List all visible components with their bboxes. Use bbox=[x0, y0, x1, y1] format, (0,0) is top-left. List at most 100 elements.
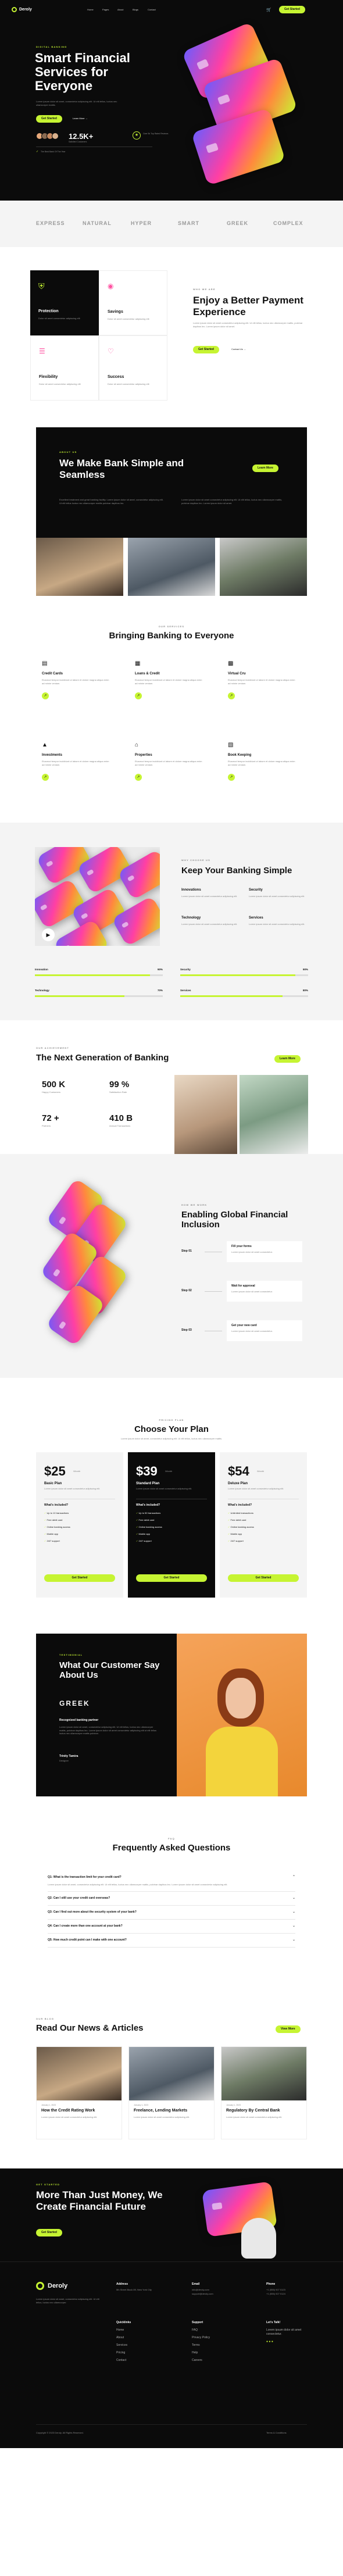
plan-feature: ✓ Up to 50 transactions bbox=[136, 1512, 160, 1515]
cart-icon[interactable]: 🛒 bbox=[266, 8, 271, 13]
check-icon: ✓ bbox=[44, 1539, 47, 1542]
payment-link[interactable]: Contact Us → bbox=[231, 348, 246, 351]
news-image bbox=[37, 2047, 122, 2100]
simple-button[interactable]: Learn More bbox=[252, 465, 278, 472]
footer-link[interactable]: Help bbox=[192, 2351, 210, 2355]
plan-button[interactable]: Get Started bbox=[44, 1574, 115, 1582]
plan-price: $25 bbox=[44, 1464, 66, 1478]
brand-name[interactable]: Deroly bbox=[19, 7, 32, 13]
partner-logo: EXPRESS bbox=[36, 220, 65, 226]
progress-bars: Innovation 90% Security 90% Technology 70% Ser… bbox=[35, 968, 308, 1009]
plan-button[interactable]: Get Started bbox=[228, 1574, 299, 1582]
arrow-button[interactable]: ↗ bbox=[228, 773, 235, 781]
logos-section: EXPRESS NATURAL HYPER SMART GREEK COMPLE… bbox=[0, 201, 343, 247]
faq-question: Q2: Can I still use your credit card ove… bbox=[48, 1896, 110, 1900]
nav-cta-button[interactable]: Get Started bbox=[279, 6, 305, 13]
footer-link[interactable]: Pricing bbox=[116, 2351, 131, 2355]
news-card-title: Freelance, Lending Markets bbox=[134, 2108, 188, 2113]
plan-desc: Lorem ipsum dolor sit amet consectetur a… bbox=[136, 1487, 192, 1490]
step-card: Get your new card Lorem ipsum dolor sit … bbox=[227, 1320, 302, 1341]
arrow-button[interactable]: ↗ bbox=[42, 692, 49, 699]
instagram-icon[interactable]: ● bbox=[271, 2340, 273, 2343]
nav-link-home[interactable]: Home bbox=[87, 8, 94, 12]
footer-quicklinks: Quicklinks Home About Services Pricing C… bbox=[116, 2321, 131, 2366]
news-card[interactable]: January 1, 2023 How the Credit Rating Wo… bbox=[36, 2046, 122, 2139]
plan-feature: ✓ Up to 10 transactions bbox=[44, 1512, 69, 1515]
footer-link[interactable]: Contact bbox=[116, 2359, 131, 2363]
generation-button[interactable]: Learn More bbox=[274, 1055, 301, 1063]
arrow-button[interactable]: ↗ bbox=[228, 692, 235, 699]
plan-feature: ✓ Online banking access bbox=[228, 1525, 254, 1529]
partner-logo: SMART bbox=[178, 220, 199, 226]
hero-primary-button[interactable]: Get Started bbox=[36, 115, 62, 123]
step-title: Fill your forms bbox=[231, 1245, 252, 1248]
footer-link[interactable]: Terms bbox=[192, 2343, 210, 2348]
arrow-right-icon: → bbox=[243, 348, 246, 351]
news-section: OUR BLOG Read Our News & Articles View M… bbox=[0, 2012, 343, 2168]
progress-label: Technology bbox=[35, 989, 49, 992]
footer-link[interactable]: Privacy Policy bbox=[192, 2336, 210, 2340]
stat-label: Annual Transactions bbox=[109, 1124, 131, 1127]
footer-brand[interactable]: Deroly bbox=[48, 2282, 67, 2291]
footer-email-1[interactable]: info@deroly.com bbox=[192, 2288, 209, 2292]
stat-item: 72 + Partners bbox=[42, 1112, 94, 1128]
nav-link-blogs[interactable]: Blogs bbox=[133, 8, 138, 12]
check-icon: ✓ bbox=[228, 1525, 230, 1528]
footer-phone-2[interactable]: +1 (555) 927 0124 bbox=[266, 2292, 285, 2296]
footer-link[interactable]: Careers bbox=[192, 2359, 210, 2363]
footer-legal[interactable]: Terms & Conditions bbox=[266, 2431, 287, 2435]
facebook-icon[interactable]: ● bbox=[266, 2340, 268, 2343]
news-card[interactable]: January 1, 2023 Regulatory By Central Ba… bbox=[221, 2046, 307, 2139]
nav-link-about[interactable]: About bbox=[117, 8, 123, 12]
simple-panel: ABOUT US We Make Bank Simple and Seamles… bbox=[36, 427, 307, 538]
brand-logo-icon[interactable] bbox=[12, 7, 17, 12]
global-eyebrow: HOW WE WORK bbox=[181, 1203, 208, 1206]
plan-desc: Lorem ipsum dolor sit amet consectetur a… bbox=[44, 1487, 101, 1490]
footer-divider bbox=[0, 2261, 343, 2262]
footer-email-2[interactable]: support@deroly.com bbox=[192, 2292, 213, 2296]
faq-item[interactable]: Q5: How much credit point can I make wit… bbox=[48, 1934, 295, 1948]
pricing-card: $25/Month Basic Plan Lorem ipsum dolor sit… bbox=[36, 1452, 123, 1598]
global-card-stack bbox=[32, 1178, 148, 1360]
faq-item[interactable]: Q4: Can I create more than one account a… bbox=[48, 1920, 295, 1934]
footer-logo-icon[interactable] bbox=[36, 2282, 44, 2290]
news-button[interactable]: View More bbox=[276, 2025, 301, 2033]
nav-link-pages[interactable]: Pages bbox=[102, 8, 109, 12]
faq-item[interactable]: Q1: What is the transaction limit for yo… bbox=[48, 1871, 295, 1892]
faq-item[interactable]: Q2: Can I still use your credit card ove… bbox=[48, 1892, 295, 1906]
footer-link[interactable]: Home bbox=[116, 2328, 131, 2332]
faq-item[interactable]: Q3: Can I find out more about the securi… bbox=[48, 1906, 295, 1920]
play-video-icon[interactable]: ▶ bbox=[42, 928, 55, 941]
step-desc: Lorem ipsum dolor sit amet consectetur. bbox=[231, 1251, 273, 1253]
plan-feature-text: Free debit card bbox=[138, 1519, 155, 1521]
faq-section: FAQ Frequently Asked Questions Q1: What … bbox=[0, 1820, 343, 2012]
footer-col-title: Support bbox=[192, 2321, 203, 2324]
faq-list: Q1: What is the transaction limit for yo… bbox=[48, 1871, 295, 1948]
footer-link[interactable]: Services bbox=[116, 2343, 131, 2348]
plan-feature: ✓ Unlimited transactions bbox=[228, 1512, 253, 1515]
plan-feature: ✓ Free debit card bbox=[228, 1519, 246, 1522]
footer-link[interactable]: About bbox=[116, 2336, 131, 2340]
service-desc: Eiusmod tempor incididunt ut labore et d… bbox=[228, 760, 295, 766]
arrow-button[interactable]: ↗ bbox=[42, 773, 49, 781]
twitter-icon[interactable]: ● bbox=[269, 2340, 270, 2343]
footer-link[interactable]: FAQ bbox=[192, 2328, 210, 2332]
pricing-title: Choose Your Plan bbox=[134, 1424, 209, 1434]
step-title: Get your new card bbox=[231, 1324, 257, 1327]
step-desc: Lorem ipsum dolor sit amet consectetur. bbox=[231, 1330, 273, 1332]
partner-logo: GREEK bbox=[227, 220, 249, 226]
award-icon: ★ bbox=[133, 131, 141, 140]
cta-button[interactable]: Get Started bbox=[36, 2229, 62, 2236]
nav-link-contact[interactable]: Contact bbox=[148, 8, 156, 12]
plan-button[interactable]: Get Started bbox=[136, 1574, 207, 1582]
footer-phone-1[interactable]: +1 (555) 927 0123 bbox=[266, 2288, 285, 2292]
news-card[interactable]: January 1, 2023 Freelance, Lending Marke… bbox=[128, 2046, 215, 2139]
hero-secondary-link[interactable]: Learn More → bbox=[73, 117, 88, 120]
plan-feature-text: Up to 10 transactions bbox=[47, 1512, 69, 1514]
chevron-down-icon: ⌄ bbox=[292, 1896, 295, 1900]
arrow-button[interactable]: ↗ bbox=[135, 773, 142, 781]
step-card: Fill your forms Lorem ipsum dolor sit am… bbox=[227, 1241, 302, 1262]
step-label: Step 01 bbox=[181, 1249, 192, 1253]
payment-button[interactable]: Get Started bbox=[193, 346, 219, 353]
arrow-button[interactable]: ↗ bbox=[135, 692, 142, 699]
